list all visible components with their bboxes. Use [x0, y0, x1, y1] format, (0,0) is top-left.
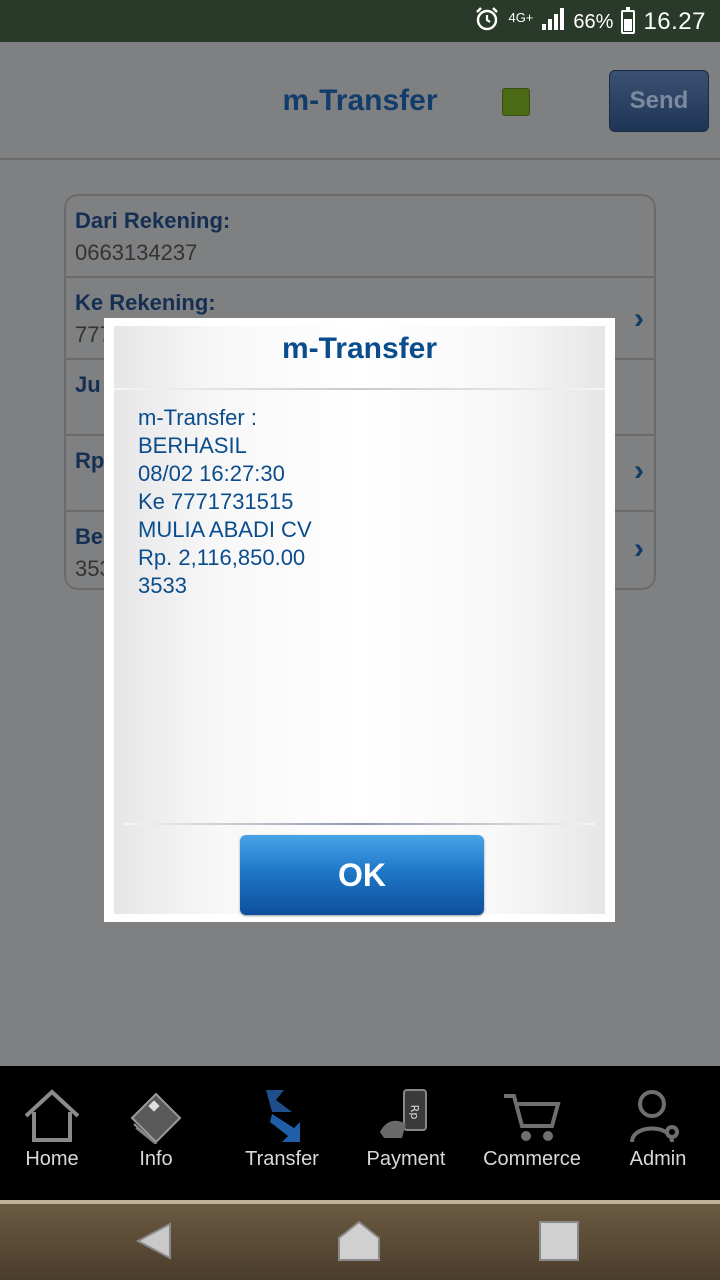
network-type: 4G+ — [508, 9, 534, 25]
system-navigation-bar — [0, 1200, 720, 1280]
dialog-line: Ke 7771731515 — [138, 489, 294, 514]
connection-indicator — [502, 88, 530, 116]
admin-icon — [628, 1088, 688, 1144]
ok-button[interactable]: OK — [240, 835, 484, 915]
svg-text:Rp: Rp — [408, 1105, 421, 1120]
chevron-right-icon[interactable]: › — [634, 532, 644, 566]
result-dialog: m-Transfer m-Transfer : BERHASIL 08/02 1… — [104, 318, 615, 922]
nav-label: Commerce — [483, 1148, 581, 1170]
nav-item-commerce[interactable]: Commerce — [472, 1066, 592, 1200]
amount-label: Ju — [75, 372, 101, 397]
nav-item-admin[interactable]: Admin — [598, 1066, 718, 1200]
currency-label: Rp — [75, 448, 105, 473]
dialog-line: BERHASIL — [138, 433, 247, 458]
system-home-icon[interactable] — [336, 1218, 382, 1264]
alarm-clock-icon — [474, 6, 500, 38]
dialog-line: 3533 — [138, 573, 187, 598]
status-bar: 4G+ 66% 16.27 — [0, 0, 720, 42]
from-account-label: Dari Rekening: — [75, 208, 231, 233]
nav-item-payment[interactable]: Rp Payment — [346, 1066, 466, 1200]
from-account-row: Dari Rekening: 0663134237 — [66, 196, 654, 278]
from-account-value: 0663134237 — [75, 240, 198, 265]
signal-bars-icon — [541, 7, 565, 37]
battery-icon — [621, 7, 636, 34]
nav-label: Payment — [366, 1148, 446, 1170]
dialog-message: m-Transfer : BERHASIL 08/02 16:27:30 Ke … — [138, 404, 312, 600]
status-icons: 4G+ 66% 16.27 — [474, 6, 706, 38]
dialog-title: m-Transfer — [281, 332, 438, 365]
dialog-line: Rp. 2,116,850.00 — [138, 545, 306, 570]
dialog-line: MULIA ABADI CV — [138, 517, 312, 542]
transfer-icon — [252, 1088, 312, 1144]
payment-icon: Rp — [376, 1088, 436, 1144]
dialog-line: m-Transfer : — [138, 405, 257, 430]
dialog-divider — [114, 388, 605, 390]
to-account-label: Ke Rekening: — [75, 290, 216, 315]
nav-item-info[interactable]: Info — [96, 1066, 216, 1200]
app-header: m-Transfer Send — [0, 42, 720, 160]
chevron-right-icon[interactable]: › — [634, 302, 644, 336]
dialog-line: 08/02 16:27:30 — [138, 461, 285, 486]
cart-icon — [502, 1088, 562, 1144]
clock-time: 16.27 — [643, 8, 706, 35]
nav-item-transfer[interactable]: Transfer — [222, 1066, 342, 1200]
send-button[interactable]: Send — [609, 70, 709, 132]
dialog-divider — [124, 823, 595, 825]
nav-label: Transfer — [245, 1148, 319, 1170]
dialog-panel: m-Transfer m-Transfer : BERHASIL 08/02 1… — [114, 326, 605, 915]
battery-percent: 66% — [573, 10, 614, 33]
nav-label: Admin — [629, 1148, 687, 1170]
info-icon — [126, 1088, 186, 1147]
nav-label: Info — [139, 1148, 173, 1170]
home-icon — [22, 1088, 82, 1144]
message-label: Be — [75, 524, 104, 549]
back-icon[interactable] — [134, 1218, 180, 1264]
chevron-right-icon[interactable]: › — [634, 454, 644, 488]
bottom-navigation: Home Info Transfer Rp Payment Commerce A… — [0, 1066, 720, 1200]
recents-icon[interactable] — [536, 1218, 582, 1264]
